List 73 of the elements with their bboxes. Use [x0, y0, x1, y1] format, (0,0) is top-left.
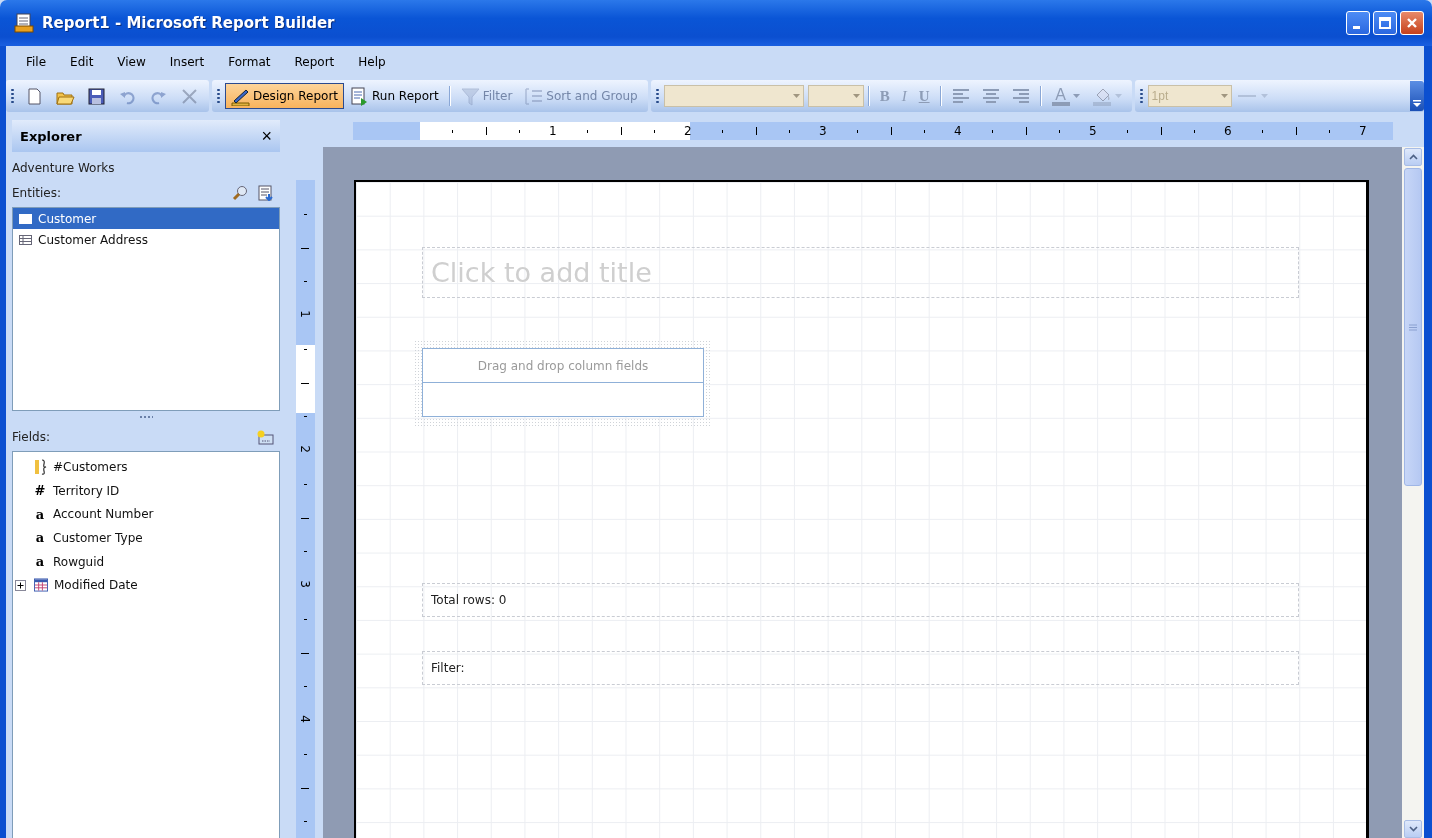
splitter-handle[interactable]	[139, 416, 153, 418]
menu-item[interactable]: Format	[216, 52, 283, 72]
menu-item[interactable]: Help	[346, 52, 398, 72]
close-button[interactable]	[1400, 11, 1424, 35]
calendar-grid-icon	[34, 578, 48, 593]
field-item[interactable]: Customer Type	[53, 530, 143, 545]
minimize-button[interactable]	[1346, 11, 1370, 35]
maximize-button[interactable]	[1373, 11, 1397, 35]
field-item[interactable]: Territory ID	[53, 483, 120, 498]
ruler-number: 5	[1089, 124, 1097, 138]
ruler-number: 2	[297, 445, 312, 453]
field-type-glyph: #	[34, 483, 46, 499]
field-type-glyph: a	[35, 554, 45, 570]
menu-item[interactable]: View	[105, 52, 158, 72]
filter-icon	[460, 86, 480, 106]
sort-list-icon	[524, 86, 544, 106]
entities-label: Entities:	[12, 186, 61, 200]
table-icon	[19, 213, 32, 224]
save-icon[interactable]	[87, 86, 106, 106]
ruler-number: 6	[1224, 124, 1232, 138]
entity-item[interactable]: Customer	[13, 208, 279, 229]
menu-item[interactable]: Edit	[58, 52, 106, 72]
scroll-thumb[interactable]	[1404, 168, 1422, 486]
menu-item[interactable]: Insert	[157, 52, 217, 72]
ruler-number: 3	[297, 580, 312, 588]
dropdown-arrow-icon	[852, 94, 860, 98]
field-item[interactable]: Modified Date	[54, 578, 138, 593]
ruler-number: 1	[297, 310, 312, 318]
line-style-icon	[1237, 93, 1268, 99]
ruler-number: 4	[297, 715, 312, 723]
dropdown-arrow-icon	[1220, 94, 1228, 98]
chevron-icon	[1413, 100, 1421, 108]
expand-icon[interactable]	[15, 579, 26, 591]
ruler-number: 3	[819, 124, 827, 138]
new-field-icon[interactable]	[256, 429, 274, 445]
app-icon	[14, 13, 34, 33]
field-item[interactable]: #Customers	[53, 459, 128, 474]
field-type-glyph: a	[35, 506, 45, 522]
scroll-down-button[interactable]	[1404, 820, 1422, 838]
total-rows-text[interactable]: Total rows: 0	[422, 583, 1299, 617]
entity-item[interactable]: Customer Address	[13, 229, 279, 250]
filter-text[interactable]: Filter:	[422, 651, 1299, 685]
ruler-number: 2	[684, 124, 692, 138]
field-type-glyph: a	[35, 530, 45, 546]
scroll-up-button[interactable]	[1404, 148, 1422, 166]
table-header: Drag and drop column fields	[423, 349, 703, 383]
menu-item[interactable]: File	[14, 52, 59, 72]
table-icon	[19, 234, 32, 245]
field-item[interactable]: Account Number	[53, 507, 154, 522]
field-item[interactable]: Rowguid	[53, 554, 105, 569]
toolbar-options-button[interactable]	[1410, 81, 1424, 111]
minimize-icon	[1352, 25, 1360, 29]
close-button[interactable]: ×	[261, 127, 272, 145]
ruler-number: 4	[954, 124, 962, 138]
ruler-highlight	[296, 345, 315, 413]
menu-item[interactable]: Report	[282, 52, 347, 72]
panel-title: Explorer	[20, 128, 82, 144]
paint-bucket-icon	[1091, 86, 1112, 106]
new-document-icon[interactable]	[25, 86, 44, 106]
search-icon[interactable]	[232, 185, 248, 201]
grip-icon	[1409, 323, 1417, 331]
toolbar-button[interactable]: Design Report	[225, 83, 345, 109]
fields-label: Fields:	[12, 430, 50, 444]
ruler-number: 1	[549, 124, 557, 138]
data-source-label: Adventure Works	[12, 161, 116, 177]
dropdown-arrow-icon	[792, 94, 800, 98]
toolbar-button[interactable]: Run Report	[344, 83, 445, 109]
dropdown-arrow-icon	[1072, 94, 1080, 98]
close-icon	[1406, 17, 1418, 29]
maximize-icon	[1379, 17, 1391, 29]
aggregate-icon	[33, 458, 47, 475]
window-title: Report1 - Microsoft Report Builder	[42, 14, 336, 32]
ruler-number: 7	[1359, 124, 1367, 138]
